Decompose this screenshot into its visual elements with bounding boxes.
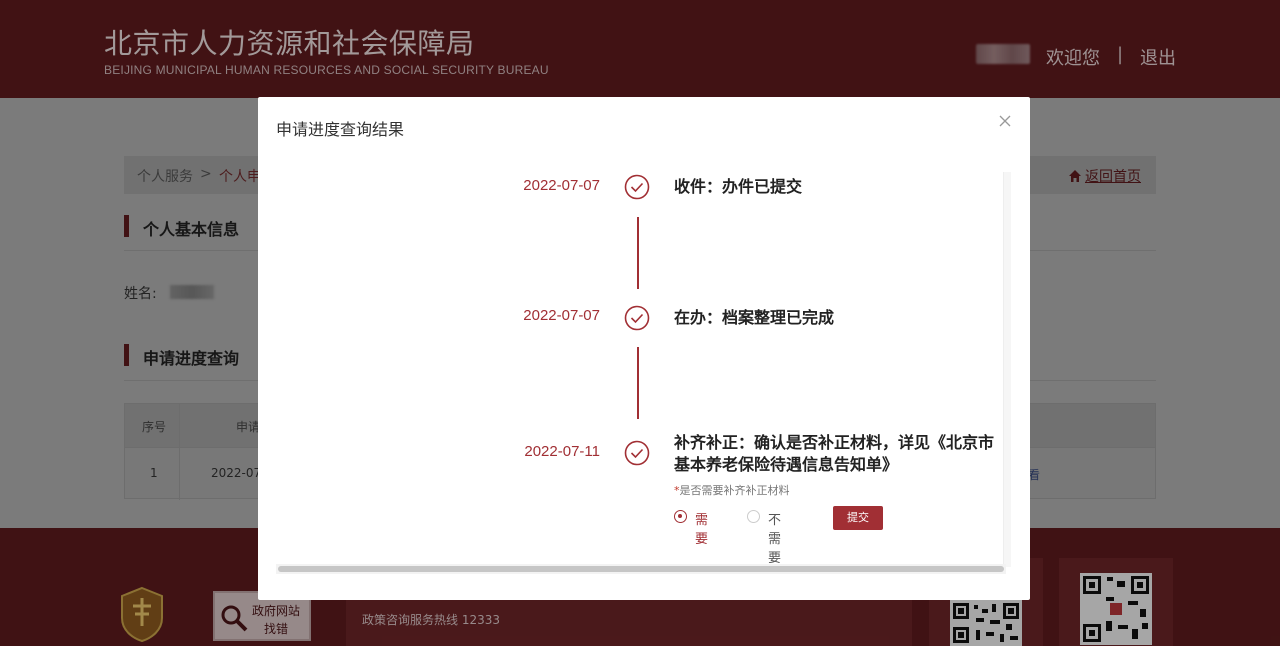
step-text-line: 基本养老保险待遇信息告知单》 [674,455,899,474]
submit-button[interactable]: 提交 [833,506,883,530]
check-circle-icon [624,305,650,331]
radio-no-need[interactable] [747,510,760,523]
step-text-line: 补齐补正：确认是否补正材料，详见《北京市 [674,433,995,452]
required-note-text: 是否需要补齐补正材料 [679,484,790,497]
step-date: 2022-07-07 [523,177,600,194]
step-date: 2022-07-07 [523,307,600,324]
check-circle-icon [624,440,650,466]
required-note: *是否需要补齐补正材料 [674,482,790,498]
vertical-scrollbar[interactable] [1003,172,1011,567]
close-icon[interactable] [997,113,1013,129]
radio-need-label[interactable]: 需要 [695,509,708,547]
modal-title: 申请进度查询结果 [276,120,405,139]
step-text: 收件：办件已提交 [674,177,803,196]
step-date: 2022-07-11 [524,443,600,460]
timeline-connector [637,217,639,289]
check-circle-icon [624,174,650,200]
horizontal-scrollbar-thumb[interactable] [278,566,1004,572]
radio-no-need-label[interactable]: 不需要 [768,509,781,566]
progress-timeline: 2022-07-07 收件：办件已提交 2022-07-07 在办：档案整理已完… [258,167,1008,567]
radio-need[interactable] [674,510,687,523]
step-text: 补齐补正：确认是否补正材料，详见《北京市 基本养老保险待遇信息告知单》 [674,432,994,476]
step-text: 在办：档案整理已完成 [674,308,835,327]
timeline-connector [637,347,639,419]
progress-result-modal: 申请进度查询结果 2022-07-07 收件：办件已提交 2022-07-07 … [258,97,1030,600]
